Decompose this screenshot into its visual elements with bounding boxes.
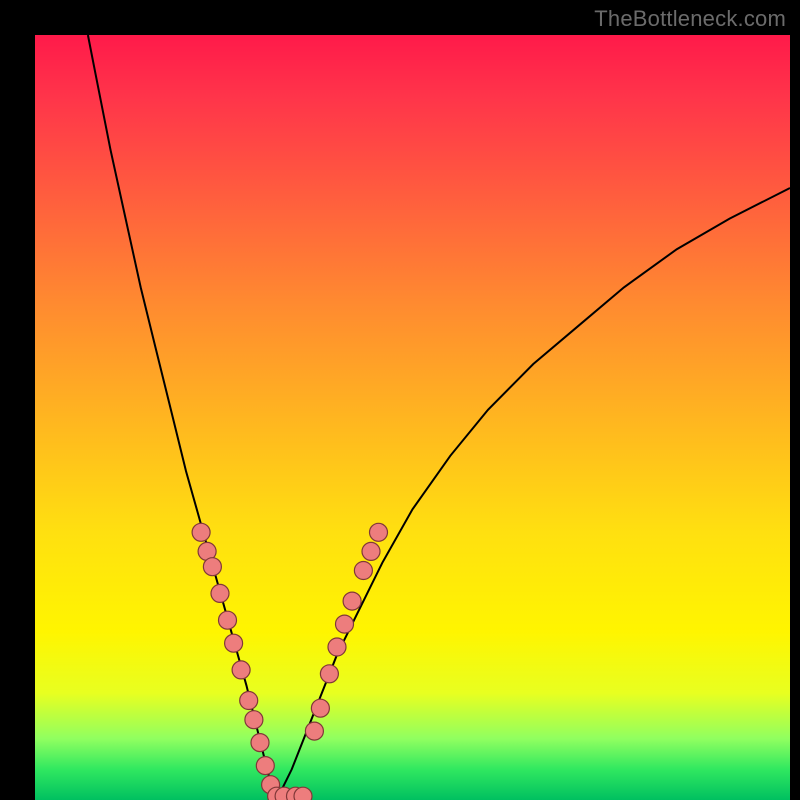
marker-dot — [305, 722, 323, 740]
marker-dot — [343, 592, 361, 610]
marker-dot — [354, 562, 372, 580]
marker-dot — [362, 542, 380, 560]
marker-dot — [245, 711, 263, 729]
marker-dot — [211, 584, 229, 602]
marker-dot — [320, 665, 338, 683]
marker-dot — [370, 523, 388, 541]
marker-dot — [336, 615, 354, 633]
marker-dot — [232, 661, 250, 679]
marker-group — [192, 523, 387, 800]
marker-dot — [311, 699, 329, 717]
marker-dot — [251, 734, 269, 752]
curve-left-branch — [88, 35, 277, 800]
chart-overlay — [0, 0, 800, 800]
marker-dot — [219, 611, 237, 629]
marker-dot — [256, 757, 274, 775]
marker-dot — [328, 638, 346, 656]
curve-right-branch — [277, 188, 790, 800]
marker-dot — [225, 634, 243, 652]
marker-dot — [240, 692, 258, 710]
marker-dot — [203, 558, 221, 576]
marker-dot — [294, 787, 312, 800]
chart-frame: TheBottleneck.com — [0, 0, 800, 800]
marker-dot — [192, 523, 210, 541]
curve-group — [88, 35, 790, 800]
